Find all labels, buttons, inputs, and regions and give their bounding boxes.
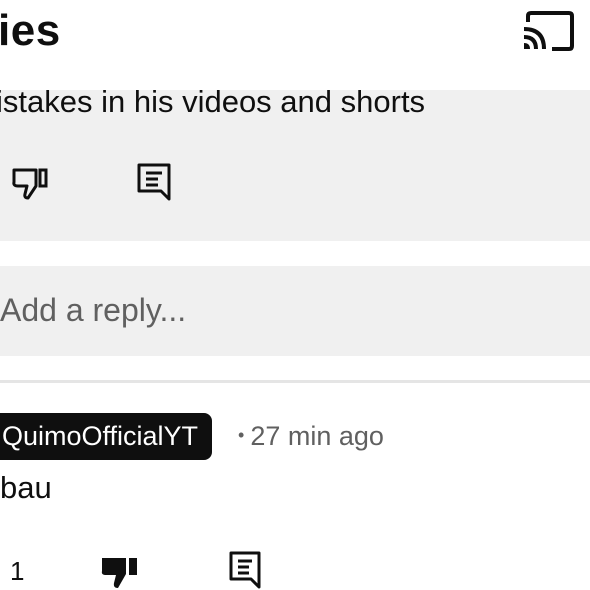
dislike-button[interactable] (100, 552, 140, 590)
page-title: ies (0, 6, 61, 55)
cast-button[interactable] (520, 8, 576, 54)
divider (0, 380, 590, 383)
reply-button[interactable] (136, 162, 174, 202)
comment-text: istakes in his videos and shorts (0, 84, 426, 119)
author-name: QuimoOfficialYT (2, 421, 199, 451)
thumbs-down-filled-icon (101, 558, 137, 588)
thumbs-down-outline-icon (12, 168, 48, 200)
comment-reply-icon (229, 551, 261, 589)
dislike-button[interactable] (10, 162, 50, 202)
reply-text: bau (0, 470, 52, 505)
reply-button[interactable] (228, 550, 264, 590)
parent-comment: istakes in his videos and shorts (0, 84, 590, 241)
reply-input[interactable]: Add a reply... (0, 266, 590, 356)
header: ies (0, 0, 590, 92)
separator-dot: • (238, 425, 245, 445)
like-count: 1 (10, 556, 25, 586)
cast-icon (523, 11, 574, 51)
comment-meta: • 27 min ago (238, 421, 384, 452)
comment-time: 27 min ago (250, 421, 384, 451)
author-badge[interactable]: QuimoOfficialYT (0, 413, 213, 460)
replies-screen: ies istakes in his videos and shorts Add… (0, 0, 590, 590)
reply-placeholder: Add a reply... (0, 292, 187, 328)
comment-reply-icon (137, 163, 171, 201)
